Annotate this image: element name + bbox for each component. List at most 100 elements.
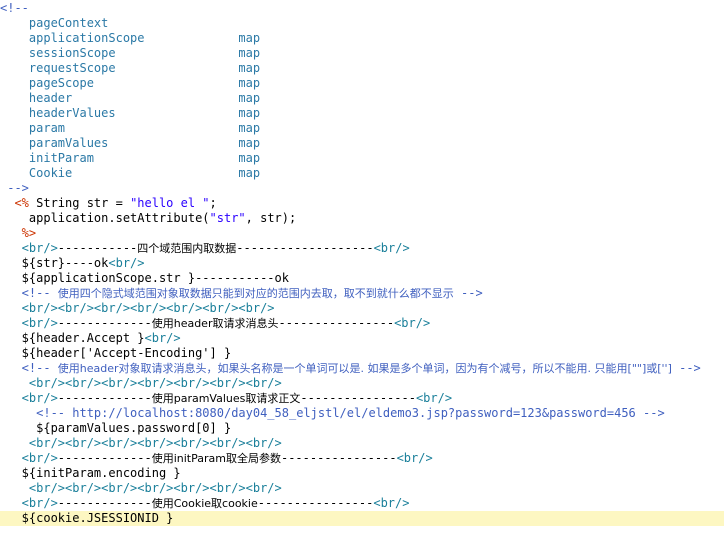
code-line[interactable]: <br/>-------------使用Cookie取cookie-------… <box>0 496 724 511</box>
code-line[interactable]: pageScope map <box>0 76 724 91</box>
code-token: ${header['Accept-Encoding'] } <box>0 346 232 360</box>
code-line[interactable]: <% String str = "hello el "; <box>0 196 724 211</box>
code-token: ------------- <box>57 496 152 510</box>
code-token: paramValues map <box>0 136 261 150</box>
code-token: <br/><br/><br/><br/><br/><br/><br/> <box>0 436 282 450</box>
code-token: 使用paramValues取请求正文 <box>151 392 301 405</box>
code-line[interactable]: <br/><br/><br/><br/><br/><br/><br/> <box>0 436 724 451</box>
code-token: ------------- <box>57 391 152 405</box>
code-token: <br/> <box>394 316 431 330</box>
code-line[interactable]: <!-- 使用四个隐式域范围对象取数据只能到对应的范围内去取，取不到就什么都不显… <box>0 286 724 301</box>
code-token: ${applicationScope.str }-----------ok <box>0 271 289 285</box>
current-code-line[interactable]: ${cookie.JSESSIONID } <box>0 511 724 526</box>
code-token: ${paramValues.password[0] } <box>0 421 232 435</box>
code-token: header map <box>0 91 261 105</box>
code-line[interactable]: headerValues map <box>0 106 724 121</box>
code-token: pageContext <box>0 16 109 30</box>
code-line[interactable]: <br/><br/><br/><br/><br/><br/><br/> <box>0 301 724 316</box>
code-line[interactable]: param map <box>0 121 724 136</box>
code-token: ---------------- <box>300 391 416 405</box>
code-token: 使用Cookie取cookie <box>151 497 258 510</box>
code-token: ${header.Accept } <box>0 331 145 345</box>
code-line[interactable]: <!-- <box>0 1 724 16</box>
code-token: ; <box>209 196 217 210</box>
code-token: ${str}----ok <box>0 256 109 270</box>
code-line[interactable]: Cookie map <box>0 166 724 181</box>
code-line[interactable]: application.setAttribute("str", str); <box>0 211 724 226</box>
code-line[interactable]: sessionScope map <box>0 46 724 61</box>
code-line[interactable]: applicationScope map <box>0 31 724 46</box>
code-token: --> <box>0 181 29 195</box>
code-line[interactable]: pageContext <box>0 16 724 31</box>
code-line[interactable]: <br/>-----------四个域范围内取数据---------------… <box>0 241 724 256</box>
code-token: <br/> <box>373 496 410 510</box>
code-line[interactable]: --> <box>0 181 724 196</box>
code-line[interactable]: <!-- 使用header对象取请求消息头，如果头名称是一个单词可以是. 如果是… <box>0 361 724 376</box>
code-token: <br/> <box>108 256 145 270</box>
code-line[interactable]: <!-- http://localhost:8080/day04_58_eljs… <box>0 406 724 421</box>
code-token: <!-- <box>0 361 58 375</box>
code-token: ------------------- <box>236 241 374 255</box>
code-token: , str); <box>245 211 297 225</box>
code-token: 使用initParam取全局参数 <box>151 452 281 465</box>
code-token: 使用header对象取请求消息头，如果头名称是一个单词可以是. 如果是多个单词，… <box>57 362 672 375</box>
code-token: --> <box>453 286 483 300</box>
code-token: <br/><br/><br/><br/><br/><br/><br/> <box>0 301 275 315</box>
code-token: ${cookie.JSESSIONID } <box>0 511 174 525</box>
code-token: <br/> <box>415 391 453 405</box>
code-line[interactable]: ${initParam.encoding } <box>0 466 724 481</box>
code-token: ---------------- <box>278 316 395 330</box>
code-token: <br/> <box>0 451 58 465</box>
code-token: 使用四个隐式域范围对象取数据只能到对应的范围内去取，取不到就什么都不显示 <box>57 287 454 300</box>
code-line[interactable]: <br/>-------------使用header取请求消息头--------… <box>0 316 724 331</box>
code-line[interactable]: ${header.Accept }<br/> <box>0 331 724 346</box>
code-token: <br/> <box>396 451 433 465</box>
code-line[interactable]: ${str}----ok<br/> <box>0 256 724 271</box>
code-token: <br/> <box>0 496 58 510</box>
code-token: --> <box>671 361 701 375</box>
code-token: "str" <box>209 211 246 225</box>
code-token: 四个域范围内取数据 <box>137 242 237 255</box>
code-editor[interactable]: <!-- pageContext applicationScope map se… <box>0 0 724 535</box>
code-line[interactable]: <br/>-------------使用initParam取全局参数------… <box>0 451 724 466</box>
code-token: <br/> <box>144 331 181 345</box>
code-token: 使用header取请求消息头 <box>151 317 279 330</box>
code-token: ---------------- <box>257 496 374 510</box>
code-token: %> <box>0 226 37 240</box>
code-token: requestScope map <box>0 61 261 75</box>
code-token: String str = <box>28 196 131 210</box>
code-line[interactable]: <br/><br/><br/><br/><br/><br/><br/> <box>0 376 724 391</box>
code-token: <br/> <box>0 241 58 255</box>
code-token: headerValues map <box>0 106 261 120</box>
code-line[interactable]: paramValues map <box>0 136 724 151</box>
code-token: ------------- <box>57 451 152 465</box>
code-token: <br/> <box>0 316 58 330</box>
code-token: <br/><br/><br/><br/><br/><br/><br/> <box>0 481 282 495</box>
code-line[interactable]: <br/> -------------使用paramValues取请求正文----… <box>0 391 724 406</box>
code-token: <!-- http://localhost:8080/day04_58_eljs… <box>0 406 665 420</box>
code-line[interactable]: initParam map <box>0 151 724 166</box>
code-line[interactable]: ${applicationScope.str }-----------ok <box>0 271 724 286</box>
code-line[interactable]: %> <box>0 226 724 241</box>
code-token: pageScope map <box>0 76 261 90</box>
code-token: ---------------- <box>280 451 397 465</box>
code-token: param map <box>0 121 261 135</box>
code-token: <br/><br/><br/><br/><br/><br/><br/> <box>0 376 282 390</box>
code-token: "hello el " <box>130 196 210 210</box>
code-token: ------------- <box>57 316 152 330</box>
code-line[interactable]: requestScope map <box>0 61 724 76</box>
code-token: initParam map <box>0 151 261 165</box>
code-token: sessionScope map <box>0 46 261 60</box>
code-token: ${initParam.encoding } <box>0 466 181 480</box>
code-line[interactable]: <br/><br/><br/><br/><br/><br/><br/> <box>0 481 724 496</box>
code-token: Cookie map <box>0 166 261 180</box>
code-line[interactable]: ${header['Accept-Encoding'] } <box>0 346 724 361</box>
code-token: application.setAttribute( <box>0 211 210 225</box>
code-line[interactable]: ${paramValues.password[0] } <box>0 421 724 436</box>
code-token: <!-- <box>0 286 58 300</box>
code-token: ----------- <box>57 241 138 255</box>
code-line[interactable]: header map <box>0 91 724 106</box>
code-token: <% <box>0 196 29 210</box>
code-token: <br/> <box>373 241 410 255</box>
code-token: applicationScope map <box>0 31 261 45</box>
